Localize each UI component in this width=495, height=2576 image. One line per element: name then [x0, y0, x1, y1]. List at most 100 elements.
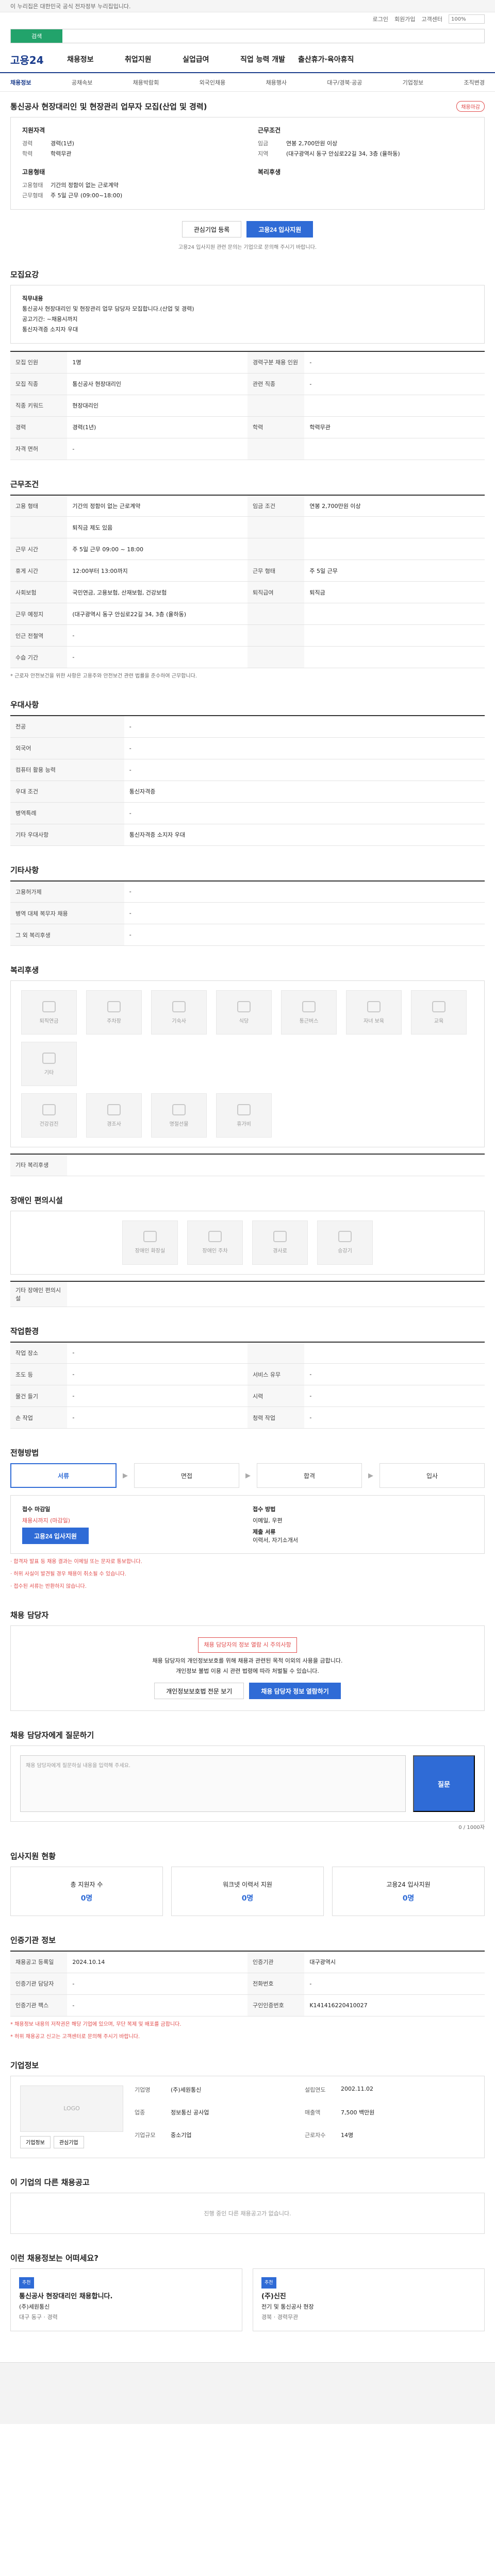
table-key: 우대 조건 — [10, 781, 124, 803]
status-card: 고용24 입사지원 0명 — [332, 1867, 485, 1916]
table-row: 전공 - — [10, 716, 485, 738]
status-label: 워크넷 이력서 지원 — [223, 1880, 272, 1888]
company-info-button[interactable]: 기업정보 — [20, 2136, 51, 2148]
status-label: 총 지원자 수 — [70, 1880, 103, 1888]
qa-box: 채용 담당자에게 질문하실 내용을 입력해 주세요. 질문 — [10, 1745, 485, 1822]
disabled-icons: 장애인 화장실 장애인 주차 경사로 승강기 — [10, 1210, 485, 1275]
status-count: 0명 — [241, 1894, 254, 1903]
welfare-icon-item: 교육 — [411, 990, 467, 1035]
benefit-icon — [237, 1104, 251, 1115]
icon-label: 주차장 — [107, 1018, 121, 1024]
subnav-item[interactable]: 외국인채용 — [200, 78, 226, 87]
icon-label: 휴가비 — [237, 1121, 251, 1127]
table-value: 퇴직금 — [304, 581, 485, 603]
rec-card[interactable]: 추천 통신공사 현장대리인 채용합니다. (주)세원통신 대구 동구 · 경력 — [10, 2268, 242, 2331]
kv-value: (대구광역시 동구 안심로22길 34, 3층 (율하동) — [286, 150, 400, 157]
subnav-item[interactable]: 채용행사 — [266, 78, 287, 87]
table-value: - — [304, 1406, 485, 1429]
interest-button[interactable]: 관심기업 등록 — [182, 221, 242, 238]
contact-text: 채용 담당자의 개인정보보호를 위해 채용과 관련된 목적 이외의 사용을 금합… — [152, 1657, 343, 1664]
icon-label: 승강기 — [338, 1248, 352, 1254]
site-logo[interactable]: 고용24 — [10, 52, 67, 67]
table-key: 사회보험 — [10, 581, 68, 603]
privacy-law-button[interactable]: 개인정보보호법 전문 보기 — [154, 1683, 244, 1699]
section-title: 이 기업의 다른 채용공고 — [10, 2177, 90, 2187]
table-value: - — [67, 646, 248, 668]
table-key: 경력 — [10, 416, 68, 438]
table-key: 물건 들기 — [10, 1385, 68, 1407]
help-link[interactable]: 고객센터 — [422, 15, 442, 23]
table-value: 주 5일 근무 09:00 ~ 18:00 — [67, 538, 248, 560]
company-logo: LOGO — [20, 2085, 123, 2132]
company-interest-button[interactable]: 관심기업 — [53, 2136, 84, 2148]
welfare-icon-item: 건강검진 — [21, 1093, 77, 1138]
table-row: 병역 대체 복무자 채용 - — [10, 902, 485, 924]
sub-nav: 채용정보 공채속보 채용박람회 외국인채용 채용행사 대구/경북·공공 기업정보… — [0, 73, 495, 92]
other-table: 고용허가제 - 병역 대체 복무자 채용 - 그 외 복리후생 - — [10, 880, 485, 946]
env-table: 작업 장소 - 조도 등 - 서비스 유무 - 물건 들기 - 시력 - 손 작업 - 청력 작업 - — [10, 1341, 485, 1429]
question-input[interactable]: 채용 담당자에게 질문하실 내용을 입력해 주세요. — [20, 1755, 406, 1812]
subnav-item[interactable]: 기업정보 — [403, 78, 423, 87]
kv-key: 경력 — [22, 140, 33, 147]
table-key: 근무 예정지 — [10, 603, 68, 625]
question-submit-button[interactable]: 질문 — [413, 1755, 475, 1812]
pref-table: 전공 - 외국어 - 컴퓨터 활용 능력 - 우대 조건 통신자격증 병역특례 - 기타 우대사항 통… — [10, 715, 485, 846]
table-value: - — [67, 1994, 248, 2016]
job-header: 통신공사 현장대리인 및 현장관리 업무자 모집(산업 및 경력) 채용마감 — [10, 92, 485, 117]
status-count: 0명 — [402, 1894, 415, 1903]
table-key — [247, 438, 305, 460]
nav-training[interactable]: 직업 능력 개발 — [240, 54, 298, 64]
nav-benefit[interactable]: 실업급여 — [183, 54, 240, 64]
table-key: 전공 — [10, 716, 124, 738]
disabled-note-value — [67, 1281, 485, 1307]
nav-support[interactable]: 취업지원 — [125, 54, 183, 64]
table-row: 인근 전철역 - — [10, 624, 485, 647]
section-title: 복리후생 — [10, 965, 39, 975]
status-card: 총 지원자 수 0명 — [10, 1867, 163, 1916]
apply-button-2[interactable]: 고용24 입사지원 — [22, 1528, 89, 1544]
welfare-icon-item: 기숙사 — [151, 990, 207, 1035]
docs-value: 이력서, 자기소개서 — [253, 1537, 298, 1544]
table-value: - — [304, 373, 485, 395]
benefit-icon — [302, 1001, 316, 1012]
contact-section: 채용 담당자 채용 담당자의 정보 열람 시 주의사항 채용 담당자의 개인정보… — [10, 1609, 485, 1711]
section-title: 채용 담당자에게 질문하기 — [10, 1731, 94, 1740]
table-value: - — [124, 880, 485, 903]
login-link[interactable]: 로그인 — [373, 15, 388, 23]
search-input[interactable]: 검색 — [10, 29, 485, 43]
table-value — [304, 624, 485, 647]
section-title: 전형방법 — [10, 1448, 39, 1458]
company-grid: 기업명 (주)세원통신 설립연도 2002.11.02 업종 정보통신 공사업 매출액 7,5… — [135, 2086, 475, 2148]
table-key — [247, 395, 305, 417]
subnav-item[interactable]: 대구/경북·공공 — [327, 78, 362, 87]
process-step: 면접 — [134, 1463, 239, 1488]
main-nav: 고용24 채용정보 취업지원 실업급여 직업 능력 개발 출산휴가·육아휴직 — [0, 46, 495, 73]
nav-jobs[interactable]: 채용정보 — [67, 54, 125, 64]
signup-link[interactable]: 회원가입 — [394, 15, 415, 23]
subnav-item[interactable]: 공채속보 — [72, 78, 92, 87]
table-value: - — [124, 716, 485, 738]
table-value — [304, 395, 485, 417]
table-key: 경력구분 채용 인원 — [247, 351, 305, 374]
table-key — [10, 516, 68, 538]
pref-section: 우대사항 전공 - 외국어 - 컴퓨터 활용 능력 - 우대 조건 통신자격증 병역특례 - 기타 … — [10, 699, 485, 846]
benefit-icon — [107, 1001, 121, 1012]
status-card: 워크넷 이력서 지원 0명 — [171, 1867, 324, 1916]
welfare-icons: 퇴직연금 주차장 기숙사 식당 통근버스 자녀 보육 교육 기타 건강검진 경조사 명절선물 휴가비 — [10, 980, 485, 1147]
arrow-right-icon: ▶ — [245, 1471, 251, 1480]
agency-table: 채용공고 등록일 2024.10.14 인증기관 대구광역시 인증기관 담당자 - 전화번호… — [10, 1951, 485, 2016]
rec-card[interactable]: 추천 (주)신진 전기 및 통신공사 현장 경북 · 경력무관 — [253, 2268, 485, 2331]
zoom-select[interactable]: 100% — [449, 14, 485, 24]
process-step: 입사 — [380, 1463, 485, 1488]
kv-value: 경력(1년) — [51, 140, 74, 147]
subnav-item[interactable]: 조직변경 — [464, 78, 485, 87]
nav-leave[interactable]: 출산휴가·육아휴직 — [298, 54, 356, 64]
table-key: 근무 형태 — [247, 560, 305, 582]
subnav-item[interactable]: 채용정보 — [10, 78, 31, 87]
subnav-item[interactable]: 채용박람회 — [133, 78, 159, 87]
section-title: 이런 채용정보는 어떠세요? — [10, 2253, 98, 2263]
view-contact-button[interactable]: 채용 담당자 정보 열람하기 — [249, 1683, 341, 1699]
apply-button[interactable]: 고용24 입사지원 — [246, 221, 314, 238]
table-key: 시력 — [247, 1385, 305, 1407]
table-value: 국민연금, 고용보험, 산재보험, 건강보험 — [67, 581, 248, 603]
